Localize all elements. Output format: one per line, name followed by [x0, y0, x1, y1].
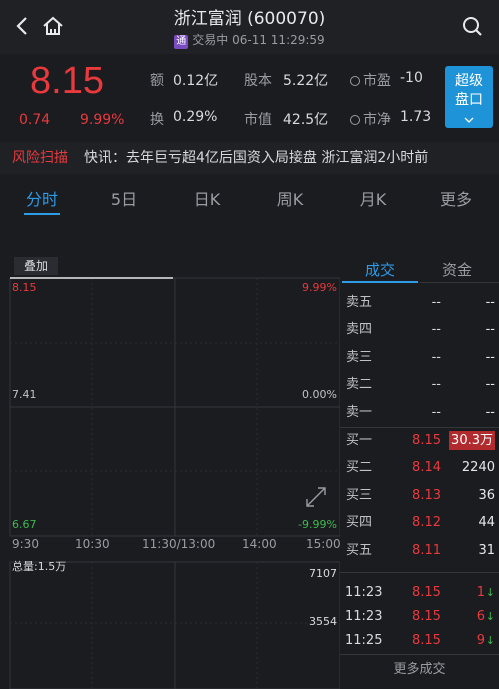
overlay-button[interactable]: 叠加	[14, 257, 58, 275]
amount-label: 额	[150, 73, 164, 89]
shares-value: 5.22亿	[283, 73, 329, 89]
divider	[340, 654, 499, 655]
pb-value: 1.73	[400, 109, 432, 125]
tab-more[interactable]: 更多	[426, 186, 486, 210]
mktcap-value: 42.5亿	[283, 112, 329, 128]
time-tick: 10:30	[75, 537, 110, 551]
risk-scan-label[interactable]: 风险扫描	[12, 142, 68, 174]
search-icon[interactable]	[460, 12, 486, 40]
chart-canvas	[9, 277, 340, 689]
limit-up-volume: 30.3万	[449, 431, 495, 450]
pct-axis-mid: 0.00%	[302, 388, 337, 401]
trade-row: 11:23 8.15 1 ↓	[340, 581, 499, 605]
turnover-label: 换	[150, 112, 164, 128]
down-arrow-icon: ↓	[485, 634, 495, 647]
news-headline[interactable]: 快讯：去年巨亏超4亿后国资入局接盘 浙江富润2小时前	[84, 142, 488, 174]
orderbook-panel: 成交 资金 卖五 -- -- 卖四 -- -- 卖三 -- -- 卖二 -- -- 卖一 -- --…	[340, 256, 499, 689]
panel-tab-indicator	[342, 281, 418, 283]
top-bar: 浙江富润 (600070) 通交易中 06-11 11:29:59	[0, 0, 499, 54]
tab-daily-k[interactable]: 日K	[177, 186, 237, 210]
bid-row: 买五 8.11 31	[346, 543, 495, 558]
tab-intraday[interactable]: 分时	[12, 186, 72, 210]
pe-label: 市盈	[350, 70, 391, 90]
pct-axis-bot: -9.99%	[298, 518, 337, 531]
turnover-value: 0.29%	[173, 109, 218, 125]
divider	[420, 282, 499, 283]
down-arrow-icon: ↓	[485, 586, 495, 599]
news-ticker[interactable]: 风险扫描 快讯：去年巨亏超4亿后国资入局接盘 浙江富润2小时前	[0, 142, 499, 174]
ask-row: 卖五 -- --	[346, 295, 495, 310]
status-text: 交易中 06-11 11:29:59	[192, 33, 325, 47]
bid-row: 买四 8.12 44	[346, 515, 495, 530]
mktcap-label: 市值	[244, 112, 272, 128]
time-tick: 14:00	[242, 537, 277, 551]
active-tab-indicator	[24, 213, 60, 215]
price-change-pct: 9.99%	[80, 112, 125, 128]
bid-row: 买三 8.13 36	[346, 488, 495, 503]
info-icon	[350, 76, 360, 86]
tab-trades[interactable]: 成交	[365, 259, 395, 280]
pct-axis-top: 9.99%	[302, 281, 337, 294]
stock-title: 浙江富润 (600070)	[173, 9, 326, 29]
price-axis-bot: 6.67	[12, 518, 37, 531]
shares-label: 股本	[244, 73, 272, 89]
chevron-down-icon	[464, 117, 474, 123]
divider	[340, 572, 499, 573]
trade-row: 11:25 8.15 9 ↓	[340, 629, 499, 653]
quote-panel: 8.15 0.74 9.99% 额 0.12亿 换 0.29% 股本 5.22亿…	[0, 54, 499, 142]
connect-badge: 通	[174, 35, 189, 49]
tab-5day[interactable]: 5日	[94, 186, 154, 210]
ask-row: 卖二 -- --	[346, 377, 495, 392]
volume-axis-mid: 3554	[309, 615, 337, 628]
intraday-chart[interactable]: 叠加 8.15 7.41 6.67 9.99% 0.00% -9.99% 9:3…	[0, 256, 341, 689]
more-trades-button[interactable]: 更多成交	[340, 658, 499, 677]
bid-row: 买一 8.15 30.3万	[346, 431, 495, 450]
price-axis-top: 8.15	[12, 281, 37, 294]
super-orderbook-button[interactable]: 超级 盘口	[445, 66, 493, 128]
volume-axis-top: 7107	[309, 567, 337, 580]
time-tick: 9:30	[12, 537, 39, 551]
trade-row: 11:23 8.15 6 ↓	[340, 605, 499, 629]
pb-label: 市净	[350, 109, 391, 129]
last-price: 8.15	[30, 60, 104, 102]
time-tick: 15:00	[306, 537, 341, 551]
pe-value: -10	[400, 70, 423, 86]
price-axis-mid: 7.41	[12, 388, 37, 401]
volume-total: 总量:1.5万	[12, 560, 67, 573]
expand-icon	[306, 487, 326, 507]
down-arrow-icon: ↓	[485, 610, 495, 623]
price-change: 0.74	[19, 112, 51, 128]
ask-row: 卖一 -- --	[346, 405, 495, 420]
ask-row: 卖四 -- --	[346, 322, 495, 337]
amount-value: 0.12亿	[173, 73, 219, 89]
info-icon	[350, 115, 360, 125]
time-tick: 11:30/13:00	[142, 537, 216, 551]
chart-tabs: 分时 5日 日K 周K 月K 更多	[0, 180, 499, 216]
bid-row: 买二 8.14 2240	[346, 460, 495, 475]
tab-weekly-k[interactable]: 周K	[260, 186, 320, 210]
tab-monthly-k[interactable]: 月K	[343, 186, 403, 210]
ask-row: 卖三 -- --	[346, 350, 495, 365]
trading-status: 通交易中 06-11 11:29:59	[0, 31, 499, 49]
tab-funds[interactable]: 资金	[442, 259, 472, 280]
